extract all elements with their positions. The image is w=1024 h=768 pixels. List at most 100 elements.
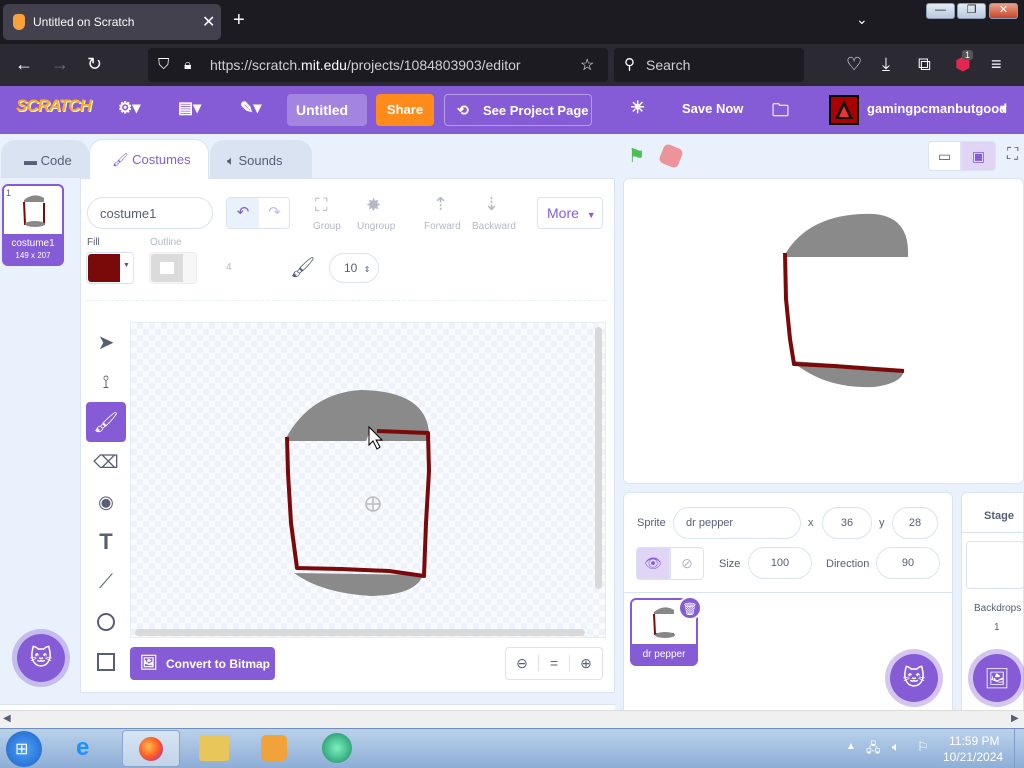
canvas-vertical-scrollbar[interactable] [595,327,602,589]
hide-sprite-button[interactable]: ⊘ [670,547,704,580]
new-tab-icon[interactable]: + [233,9,245,32]
canvas-horizontal-scrollbar[interactable] [135,629,585,636]
url-bar[interactable]: ⛉ 🔒︎ https://scratch.mit.edu/projects/10… [148,48,608,82]
close-window-icon[interactable]: ✕ [989,3,1018,19]
firefox-taskbar-button[interactable] [122,730,180,767]
costume-tile[interactable]: 1 costume1 149 x 207 [2,184,64,266]
zoom-out-icon[interactable]: ⊖ [506,655,538,672]
bookmark-star-icon[interactable]: ☆ [580,55,594,75]
scroll-left-icon[interactable]: ◀ [3,713,11,724]
edit-menu-icon[interactable]: ✎▾ [240,98,261,118]
delete-sprite-trash-icon[interactable]: 🗑︎ [678,596,702,620]
large-stage-icon: ▣ [971,148,986,164]
network-icon[interactable]: 🖧︎ [866,739,881,761]
scroll-right-icon[interactable]: ▶ [1011,713,1019,724]
user-avatar[interactable] [829,95,859,125]
back-icon[interactable]: ← [15,55,33,73]
file-menu-icon[interactable]: ▤▾ [178,98,201,118]
tab-sounds[interactable]: 🔈︎ Sounds [210,140,312,178]
paint-canvas[interactable] [130,322,606,638]
shield-icon[interactable]: ⛉ [158,56,169,73]
downloads-icon[interactable]: ⤓ [882,55,890,73]
settings-gear-icon[interactable]: ⚙▾ [118,98,140,118]
brush-size-input[interactable]: 10 ⇕ [329,253,379,283]
minimize-icon[interactable]: — [926,3,955,19]
page-horizontal-scrollbar[interactable]: ◀ ▶ [0,710,1024,728]
costume-name-input[interactable]: costume1 [87,197,213,229]
sprite-name-input[interactable]: dr pepper [673,507,801,539]
direction-input[interactable]: 90 [876,547,940,579]
stop-sign-icon[interactable] [657,142,685,170]
more-button[interactable]: More ▼ [537,197,603,229]
action-center-flag-icon[interactable]: ⚐ [917,739,929,755]
theme-bulb-icon[interactable]: ☀ [630,98,645,118]
maximize-icon[interactable]: ❐ [957,3,986,19]
browser-tab[interactable]: Untitled on Scratch ✕ [3,4,221,40]
ungroup-icon[interactable]: ✸ [366,195,381,216]
y-input[interactable]: 28 [892,507,938,539]
zoom-reset-button[interactable]: = [538,655,570,671]
brush-tool[interactable]: 🖌︎ [86,402,126,442]
file-explorer-icon[interactable] [199,735,229,761]
fullscreen-icon[interactable]: ⛶ [1007,146,1018,164]
convert-to-bitmap-button[interactable]: 🖼︎ Convert to Bitmap [130,647,275,680]
volume-icon[interactable]: 🔈︎ [892,739,900,755]
fill-color-picker[interactable]: ▼ [86,252,134,284]
circle-tool[interactable] [86,602,126,642]
forward-icon[interactable]: → [51,55,69,73]
scratch-logo[interactable]: SCRATCH [16,96,92,116]
forward-arrow-icon[interactable]: ⇡ [433,194,448,215]
tab-code[interactable]: ▬ Code [1,140,89,178]
stage-thumbnail [966,541,1024,589]
small-stage-button[interactable]: ▭ [928,141,961,171]
tab-costumes[interactable]: 🖌︎ Costumes [89,139,209,179]
x-input[interactable]: 36 [822,507,872,539]
choose-sprite-button[interactable]: 🐱︎ [890,654,938,702]
share-button[interactable]: Share [376,94,434,126]
show-hidden-icons-icon[interactable]: ▲ [846,741,856,752]
outline-color-picker[interactable] [149,252,197,284]
redo-icon[interactable]: ↷ [259,198,290,228]
internet-explorer-icon[interactable]: e [76,734,89,762]
undo-icon[interactable]: ↶ [227,198,259,228]
text-tool[interactable]: T [86,522,126,562]
see-project-page-button[interactable]: ⟲ See Project Page [444,94,592,126]
lock-icon[interactable]: 🔒︎ [184,56,191,73]
username-label[interactable]: gamingpcmanbutgood [867,101,1007,116]
divider [86,300,606,301]
large-stage-button[interactable]: ▣ [961,141,996,171]
account-chevron-down-icon[interactable]: ▼ [998,103,1009,115]
reload-icon[interactable]: ↻ [87,55,102,73]
rectangle-tool[interactable] [86,642,126,682]
taskbar-date[interactable]: 10/21/2024 [943,750,1003,764]
choose-costume-button[interactable]: 🐱︎ [17,634,65,682]
size-input[interactable]: 100 [748,547,812,579]
show-sprite-button[interactable]: 👁︎ [636,547,670,580]
taskbar-time[interactable]: 11:59 PM [949,734,999,748]
extensions-icon[interactable]: ⧉ [918,55,931,73]
costume-list: 1 costume1 149 x 207 🐱︎ [0,178,80,704]
stage-canvas[interactable] [623,178,1024,484]
group-icon[interactable]: ⛶ [315,195,328,216]
media-player-icon[interactable] [261,735,287,761]
list-tabs-icon[interactable]: ⌄ [856,11,868,28]
save-now-button[interactable]: Save Now [682,101,743,116]
project-title-input[interactable]: Untitled [287,94,367,126]
fill-tool[interactable]: ◉ [86,482,126,522]
menu-icon[interactable]: ≡ [991,55,1002,73]
pocket-icon[interactable]: ♡ [846,55,862,73]
start-button[interactable]: ⊞ [6,731,42,767]
search-input[interactable]: ⚲ Search [614,48,804,82]
line-tool[interactable]: ⟋ [86,562,126,602]
app-icon[interactable] [322,733,352,763]
reshape-tool[interactable]: ⟟ [86,362,126,402]
select-tool[interactable]: ➤ [86,322,126,362]
close-tab-icon[interactable]: ✕ [202,12,215,32]
my-stuff-folder-icon[interactable]: 🗀 [772,98,789,127]
show-desktop-button[interactable] [1014,729,1024,768]
zoom-in-icon[interactable]: ⊕ [570,655,602,672]
backward-arrow-icon[interactable]: ⇣ [484,194,499,215]
eraser-tool[interactable]: ⌫ [86,442,126,482]
green-flag-icon[interactable]: ⚑ [628,145,645,168]
choose-backdrop-button[interactable]: 🖼︎ [973,654,1021,702]
